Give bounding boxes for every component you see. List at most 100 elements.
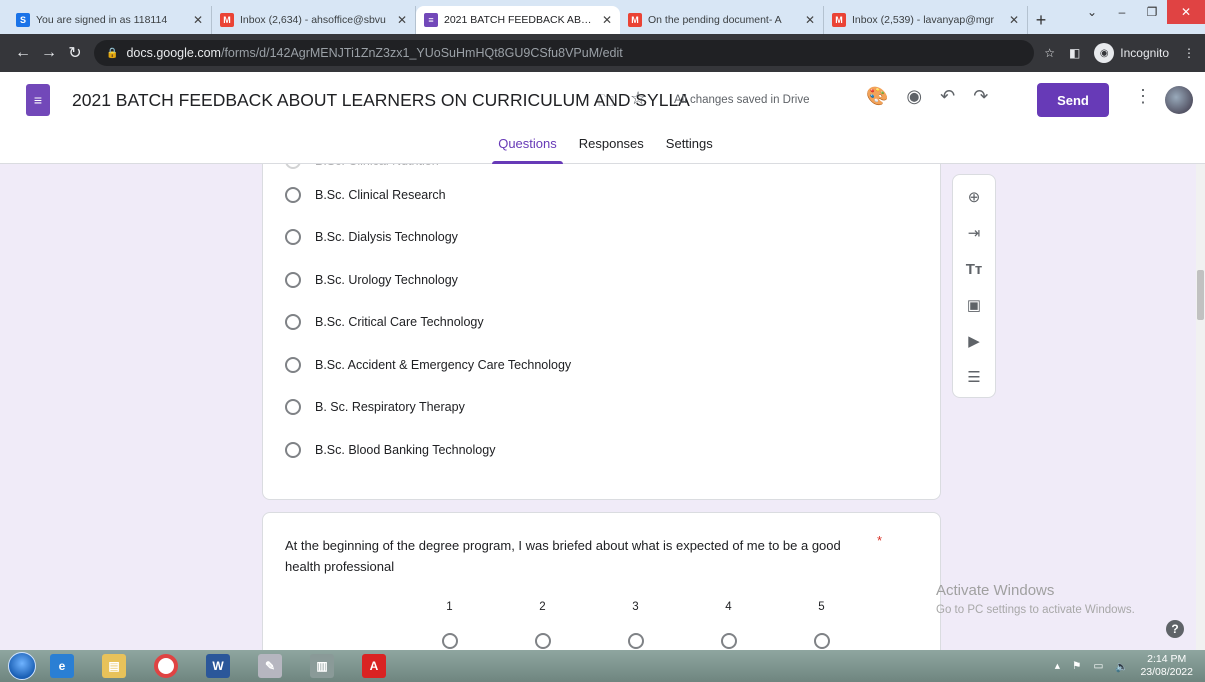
tab-responses[interactable]: Responses (579, 136, 644, 164)
taskbar-paint[interactable]: ✎ (244, 650, 296, 682)
file-explorer-icon: ▤ (102, 654, 126, 678)
customize-theme-icon[interactable]: 🎨 (866, 86, 888, 107)
option-label: B.Sc. Urology Technology (315, 273, 458, 287)
list-item[interactable]: B.Sc. Dialysis Technology (285, 227, 458, 247)
url-field[interactable]: 🔒 docs.google.com /forms/d/142AgrMENJTi1… (94, 40, 1035, 66)
close-tab-icon[interactable]: ✕ (193, 13, 203, 27)
add-title-icon[interactable]: Tт (964, 259, 984, 279)
close-tab-icon[interactable]: ✕ (1009, 13, 1019, 27)
scale-option[interactable]: 2 (496, 601, 589, 649)
new-tab-button[interactable]: + (1028, 6, 1054, 34)
radio-button[interactable] (285, 164, 301, 169)
option-label: B.Sc. Accident & Emergency Care Technolo… (315, 358, 572, 372)
option-label: B.Sc. Dialysis Technology (315, 230, 458, 244)
help-icon[interactable]: ? (1166, 620, 1184, 638)
list-item[interactable]: B. Sc. Respiratory Therapy (285, 397, 465, 417)
action-center-flag-icon[interactable]: ⚑ (1072, 660, 1081, 672)
taskbar-explorer[interactable]: ▤ (88, 650, 140, 682)
scale-option[interactable]: 5 (775, 601, 868, 649)
send-button[interactable]: Send (1037, 83, 1109, 117)
add-section-icon[interactable]: ☰ (964, 367, 984, 387)
network-status-icon[interactable]: ▭ (1093, 660, 1103, 672)
form-tabs: Questions Responses Settings (0, 136, 1205, 164)
import-questions-icon[interactable]: ⇥ (964, 223, 984, 243)
volume-icon[interactable]: 🔈 (1115, 660, 1128, 673)
tab-settings[interactable]: Settings (666, 136, 713, 164)
radio-button[interactable] (285, 399, 301, 415)
site-favicon-icon: S (16, 13, 30, 27)
scale-label: 2 (539, 601, 546, 613)
close-tab-icon[interactable]: ✕ (602, 13, 612, 27)
taskbar-chrome[interactable] (140, 650, 192, 682)
reload-icon[interactable]: ↻ (62, 43, 88, 63)
tray-expand-icon[interactable]: ▴ (1055, 660, 1060, 672)
taskbar-network[interactable]: ▥ (296, 650, 348, 682)
scale-option[interactable]: 1 (403, 601, 496, 649)
incognito-indicator[interactable]: ◉ Incognito (1094, 43, 1169, 63)
linear-scale-question-card[interactable]: At the beginning of the degree program, … (262, 512, 941, 650)
tab-search-icon[interactable]: ⌄ (1077, 0, 1107, 24)
address-bar: ← → ↻ 🔒 docs.google.com /forms/d/142AgrM… (0, 34, 1205, 72)
taskbar-ie[interactable]: e (36, 650, 88, 682)
avatar[interactable] (1165, 86, 1193, 114)
radio-button[interactable] (285, 314, 301, 330)
list-item[interactable]: B.Sc. Urology Technology (285, 270, 458, 290)
forms-logo-icon[interactable]: ≡ (26, 84, 50, 116)
list-item[interactable]: B.Sc. Blood Banking Technology (285, 440, 495, 460)
add-question-icon[interactable]: ⊕ (964, 187, 984, 207)
browser-tab[interactable]: M On the pending document- A ✕ (620, 6, 824, 34)
question-text[interactable]: At the beginning of the degree program, … (285, 535, 865, 577)
close-window-icon[interactable]: ✕ (1167, 0, 1205, 24)
scale-option[interactable]: 3 (589, 601, 682, 649)
side-panel-icon[interactable]: ◧ (1069, 46, 1080, 60)
close-tab-icon[interactable]: ✕ (397, 13, 407, 27)
option-label: B. Sc. Respiratory Therapy (315, 400, 465, 414)
browser-tab-active[interactable]: ≡ 2021 BATCH FEEDBACK ABOU ✕ (416, 6, 620, 34)
add-image-icon[interactable]: ▣ (964, 295, 984, 315)
page-scrollbar[interactable] (1196, 164, 1205, 650)
lock-icon: 🔒 (106, 47, 119, 59)
radio-button[interactable] (813, 633, 830, 649)
list-item[interactable]: B.Sc. Clinical Research (285, 185, 446, 205)
radio-button[interactable] (285, 272, 301, 288)
browser-tab[interactable]: M Inbox (2,539) - lavanyap@mgr ✕ (824, 6, 1028, 34)
bookmark-star-icon[interactable]: ☆ (1044, 46, 1055, 60)
scale-label: 5 (818, 601, 825, 613)
more-options-icon[interactable]: ⋮ (1134, 86, 1152, 107)
radio-button[interactable] (720, 633, 737, 649)
radio-button[interactable] (285, 187, 301, 203)
taskbar-word[interactable]: W (192, 650, 244, 682)
maximize-icon[interactable]: ❐ (1137, 0, 1167, 24)
radio-button[interactable] (534, 633, 551, 649)
scale-label: 4 (725, 601, 732, 613)
move-to-folder-icon[interactable]: 🗀 (598, 90, 614, 117)
close-tab-icon[interactable]: ✕ (805, 13, 815, 27)
radio-button[interactable] (441, 633, 458, 649)
scrollbar-thumb[interactable] (1197, 270, 1204, 320)
multiple-choice-question-card[interactable]: B.Sc. Clinical Nutrition B.Sc. Clinical … (262, 164, 941, 500)
scale-option[interactable]: 4 (682, 601, 775, 649)
forward-icon[interactable]: → (36, 44, 62, 62)
incognito-icon: ◉ (1094, 43, 1115, 63)
browser-tab[interactable]: S You are signed in as 118114 ✕ (8, 6, 212, 34)
radio-button[interactable] (285, 229, 301, 245)
undo-icon[interactable]: ↶ (940, 86, 955, 107)
browser-menu-icon[interactable]: ⋮ (1183, 46, 1195, 60)
redo-icon[interactable]: ↷ (973, 86, 988, 107)
taskbar-acrobat[interactable]: A (348, 650, 400, 682)
radio-button[interactable] (627, 633, 644, 649)
star-icon[interactable]: ☆ (630, 88, 646, 109)
radio-button[interactable] (285, 357, 301, 373)
preview-eye-icon[interactable]: ◉ (906, 86, 922, 107)
add-video-icon[interactable]: ▶ (964, 331, 984, 351)
radio-button[interactable] (285, 442, 301, 458)
tab-questions[interactable]: Questions (492, 136, 563, 164)
list-item[interactable]: B.Sc. Critical Care Technology (285, 312, 484, 332)
minimize-icon[interactable]: – (1107, 0, 1137, 24)
start-button[interactable] (8, 652, 36, 680)
list-item[interactable]: B.Sc. Clinical Nutrition (285, 164, 439, 171)
back-icon[interactable]: ← (10, 44, 36, 62)
list-item[interactable]: B.Sc. Accident & Emergency Care Technolo… (285, 355, 571, 375)
clock[interactable]: 2:14 PM 23/08/2022 (1140, 653, 1193, 679)
browser-tab[interactable]: M Inbox (2,634) - ahsoffice@sbvu ✕ (212, 6, 416, 34)
